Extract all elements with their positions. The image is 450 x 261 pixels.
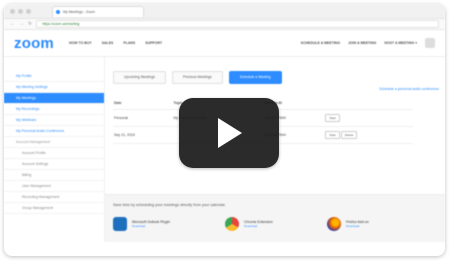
sidebar-group-account-management: Account Management (4, 137, 104, 148)
zoom-logo[interactable]: zoom (14, 35, 69, 52)
chrome-icon (225, 217, 239, 231)
site-header: zoom HOW TO BUY SALES PLANS SUPPORT SCHE… (4, 30, 445, 57)
nav-link-how-to-buy[interactable]: HOW TO BUY (69, 41, 92, 45)
download-link[interactable]: Download (244, 224, 273, 228)
browser-tabbar: My Meetings - Zoom (4, 4, 445, 19)
delete-button[interactable]: Delete (340, 131, 358, 139)
meeting-tabs: Upcoming Meetings Previous Meetings Sche… (105, 57, 445, 84)
forward-arrow-icon[interactable]: → (19, 21, 24, 27)
browser-tab[interactable]: My Meetings - Zoom (52, 5, 144, 17)
sidebar-item-webinars[interactable]: My Webinars (4, 115, 104, 126)
avatar[interactable] (425, 38, 435, 48)
sidebar-item-audio-conference[interactable]: My Personal Audio Conference (4, 126, 104, 137)
plugin-outlook[interactable]: Microsoft Outlook Plugin Download (113, 217, 170, 231)
nav-link-host[interactable]: HOST A MEETING ▾ (384, 41, 417, 45)
address-bar-row: ← → ↻ https://zoom.us/meeting (4, 19, 445, 30)
sidebar-item-meeting-settings[interactable]: My Meeting Settings (4, 82, 104, 93)
tab-previous-meetings[interactable]: Previous Meetings (171, 71, 223, 84)
download-link[interactable]: Download (346, 224, 369, 228)
plugin-chrome[interactable]: Chrome Extension Download (225, 217, 273, 231)
row-date: Personal (113, 109, 173, 127)
tab-upcoming-meetings[interactable]: Upcoming Meetings (113, 71, 166, 84)
nav-link-schedule[interactable]: SCHEDULE A MEETING (301, 41, 340, 45)
sidebar-item-account-settings[interactable]: Account Settings (4, 159, 104, 170)
browser-tab-title: My Meetings - Zoom (63, 9, 95, 14)
favicon-icon (56, 9, 60, 14)
row-actions: Start Delete (324, 126, 413, 144)
outlook-icon (113, 217, 127, 231)
secondary-nav: SCHEDULE A MEETING JOIN A MEETING HOST A… (301, 38, 435, 48)
window-minimize-dot (18, 8, 23, 14)
start-button[interactable]: Start (325, 114, 340, 122)
sidebar-item-account-profile[interactable]: Account Profile (4, 148, 104, 159)
sidebar-item-billing[interactable]: Billing (4, 170, 104, 181)
window-close-dot (10, 8, 15, 14)
calendar-plugins-banner: Save time by scheduling your meetings di… (105, 194, 445, 242)
sidebar: My Profile My Meeting Settings My Meetin… (4, 57, 105, 241)
nav-link-join[interactable]: JOIN A MEETING (348, 41, 376, 45)
schedule-meeting-button[interactable]: Schedule a Meeting (228, 71, 282, 84)
primary-nav: HOW TO BUY SALES PLANS SUPPORT (69, 41, 162, 45)
nav-link-sales[interactable]: SALES (102, 41, 114, 45)
personal-audio-link[interactable]: Schedule a personal audio conference (379, 87, 439, 91)
sidebar-item-my-meetings[interactable]: My Meetings (4, 93, 104, 104)
nav-link-plans[interactable]: PLANS (123, 41, 135, 45)
play-icon (218, 118, 242, 148)
video-thumbnail-card[interactable]: My Meetings - Zoom ← → ↻ https://zoom.us… (4, 4, 445, 256)
download-link[interactable]: Download (132, 224, 170, 228)
plugin-firefox[interactable]: Firefox Add-on Download (327, 217, 369, 231)
row-actions: Start (324, 109, 413, 127)
column-header-date: Date (113, 97, 173, 110)
row-date: Sep 21, 2015 (113, 126, 173, 144)
window-maximize-dot (26, 8, 31, 14)
banner-text: Save time by scheduling your meetings di… (113, 203, 226, 207)
reload-icon[interactable]: ↻ (28, 21, 32, 27)
nav-link-support[interactable]: SUPPORT (145, 41, 162, 45)
sidebar-item-group-management[interactable]: Group Management (4, 203, 104, 214)
sidebar-item-recording-management[interactable]: Recording Management (4, 192, 104, 203)
start-button[interactable]: Start (325, 131, 340, 139)
sidebar-item-user-management[interactable]: User Management (4, 181, 104, 192)
play-button[interactable] (179, 98, 279, 168)
firefox-icon (327, 217, 341, 231)
back-arrow-icon[interactable]: ← (10, 21, 15, 27)
sidebar-item-recordings[interactable]: My Recordings (4, 104, 104, 115)
column-header-actions (324, 97, 413, 110)
sidebar-item-my-profile[interactable]: My Profile (4, 71, 104, 82)
address-bar[interactable]: https://zoom.us/meeting (36, 20, 439, 28)
